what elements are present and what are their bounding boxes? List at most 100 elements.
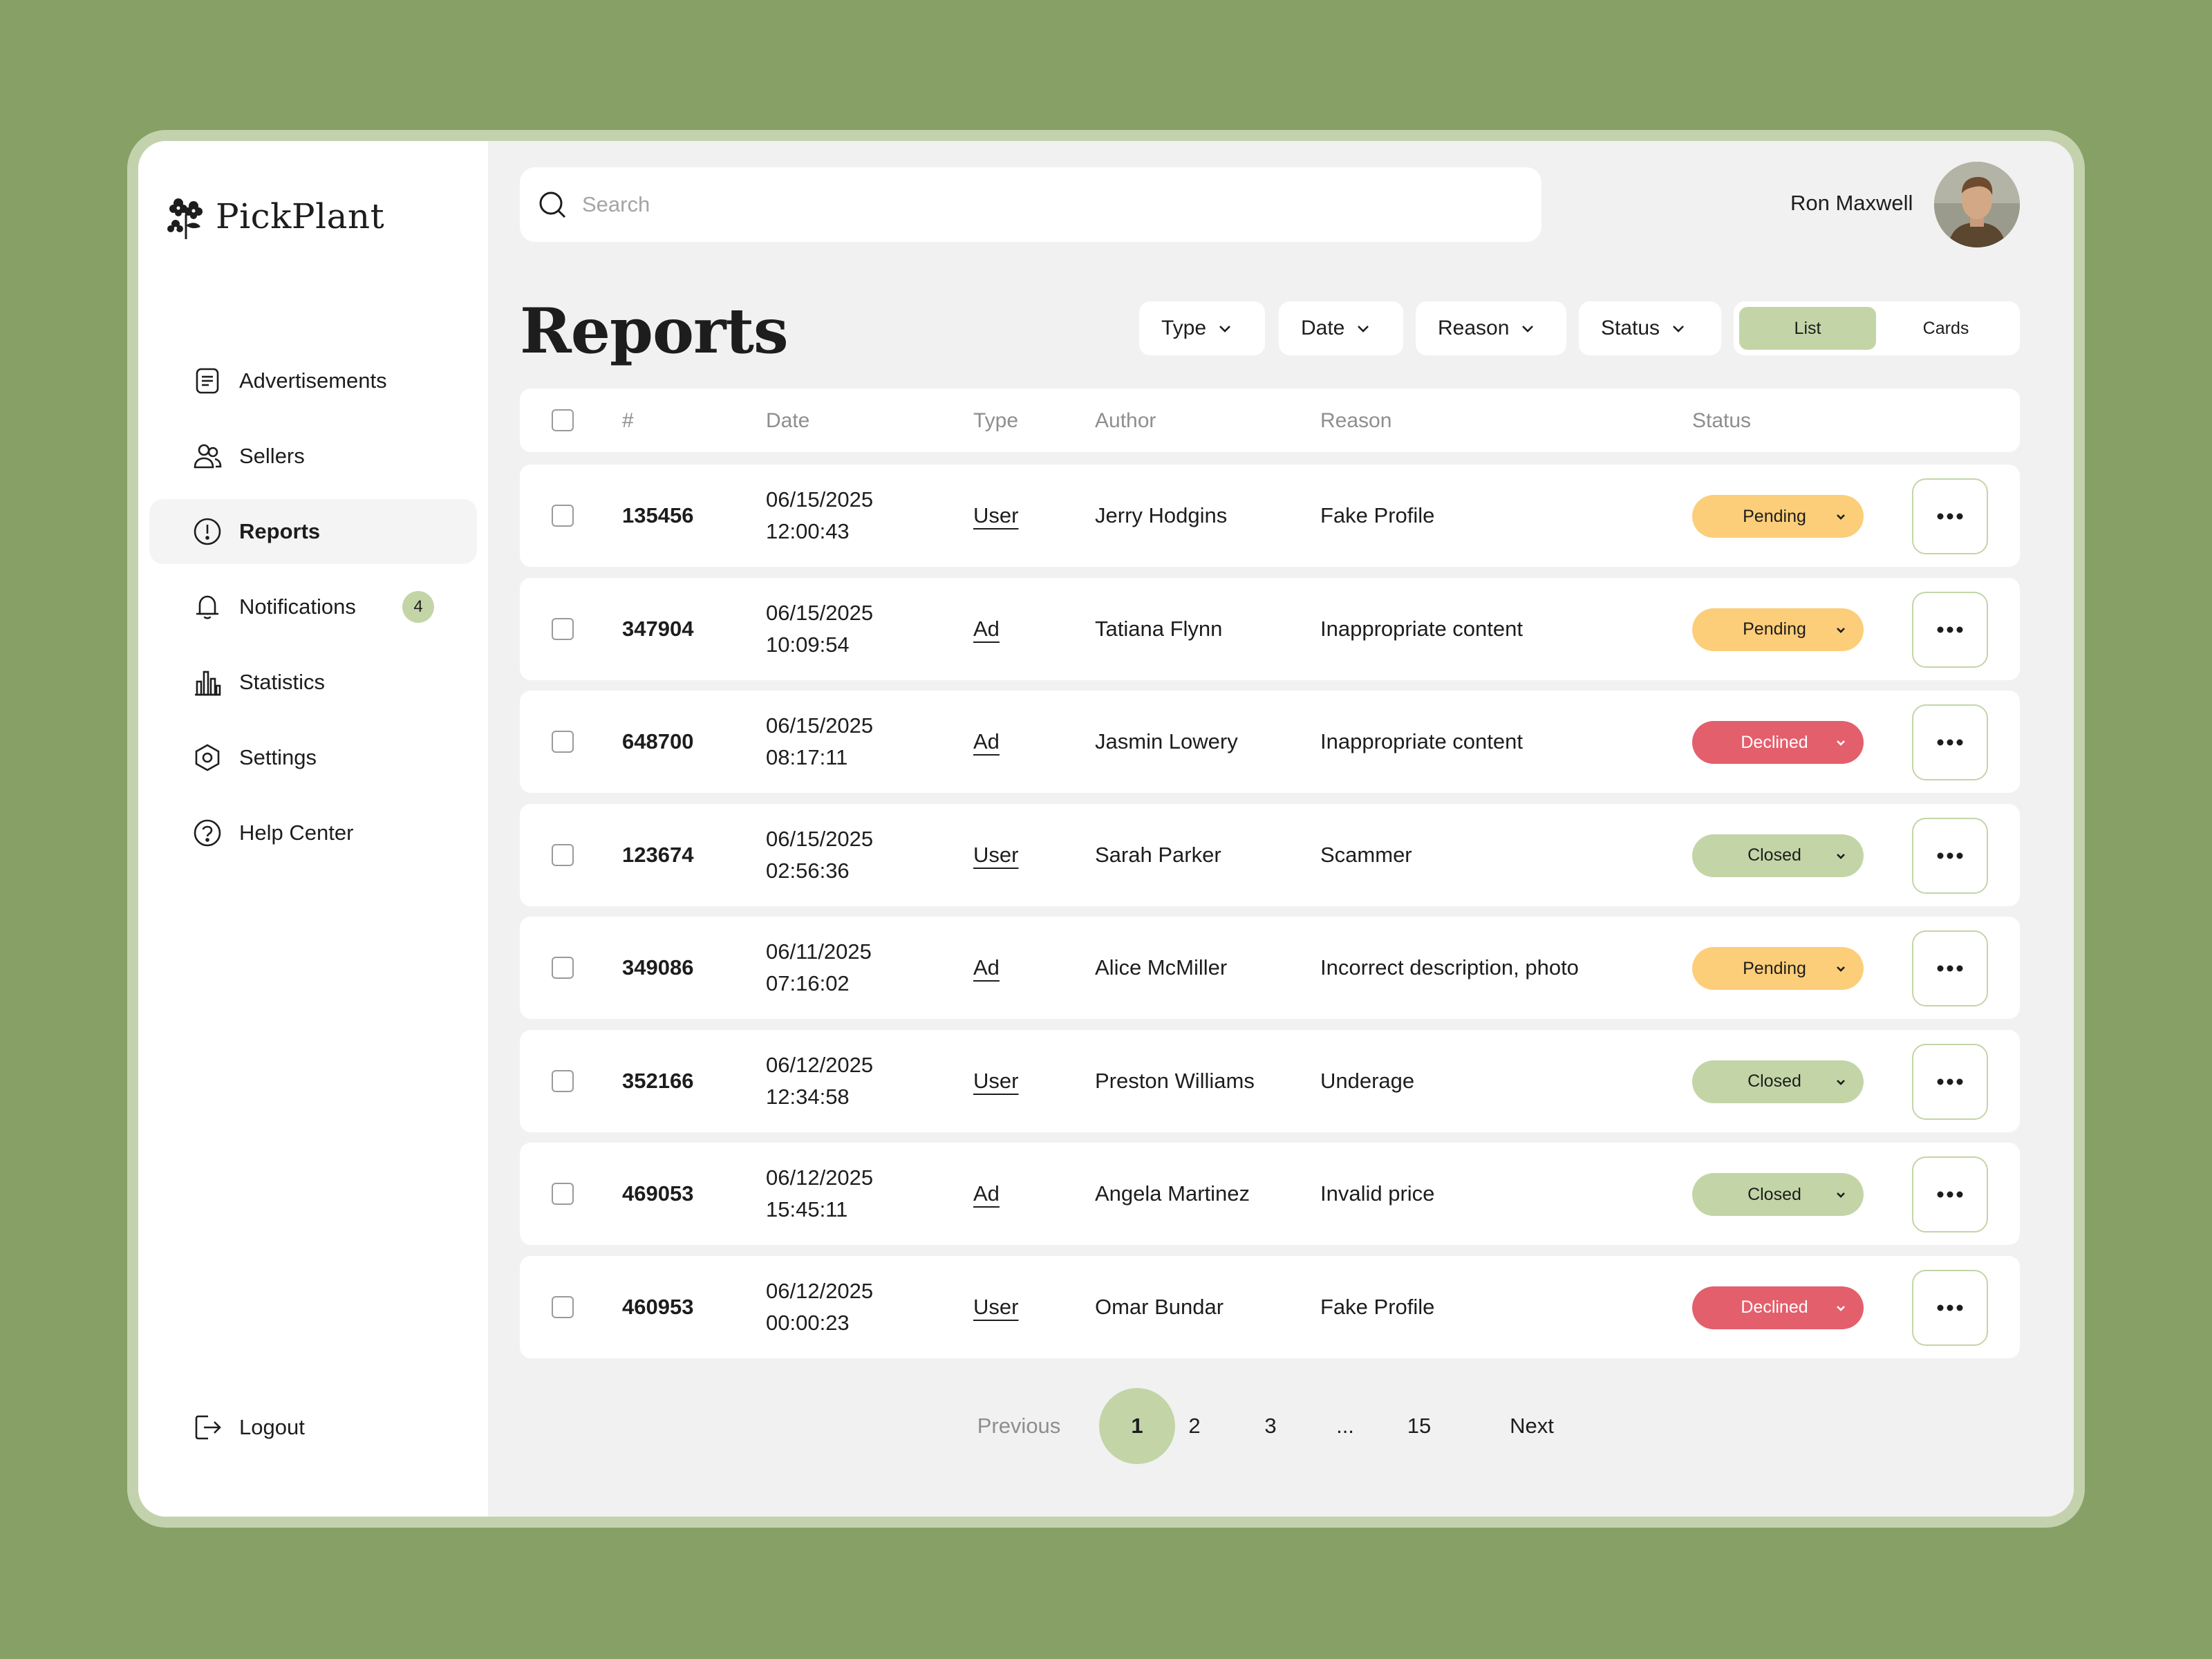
report-time: 12:34:58 <box>766 1084 850 1109</box>
logout-button[interactable]: Logout <box>149 1395 477 1460</box>
date-filter-dropdown[interactable]: Date <box>1279 301 1403 355</box>
table-row[interactable]: 469053 06/12/2025 15:45:11 Ad Angela Martine… <box>520 1143 2020 1245</box>
more-actions-button[interactable] <box>1912 1269 1988 1346</box>
sidebar-item-label: Advertisements <box>239 368 387 393</box>
sidebar-item-advertisements[interactable]: Advertisements <box>149 348 477 413</box>
page-button-2[interactable]: 2 <box>1174 1388 1215 1464</box>
more-actions-button[interactable] <box>1912 817 1988 894</box>
row-checkbox[interactable] <box>552 1295 574 1318</box>
sidebar-item-help-center[interactable]: Help Center <box>149 800 477 865</box>
report-type-link[interactable]: Ad <box>973 1181 1000 1206</box>
sidebar-item-statistics[interactable]: Statistics <box>149 650 477 715</box>
search-icon <box>539 191 566 218</box>
row-checkbox[interactable] <box>552 1183 574 1205</box>
row-checkbox[interactable] <box>552 505 574 527</box>
row-checkbox[interactable] <box>552 1069 574 1092</box>
more-horizontal-icon <box>1937 626 1963 632</box>
type-filter-dropdown[interactable]: Type <box>1139 301 1265 355</box>
column-header-author: Author <box>1095 409 1156 432</box>
table-row[interactable]: 349086 06/11/2025 07:16:02 Ad Alice McMiller… <box>520 917 2020 1019</box>
row-checkbox[interactable] <box>552 957 574 979</box>
user-name: Ron Maxwell <box>1790 191 1913 215</box>
sidebar-item-sellers[interactable]: Sellers <box>149 424 477 489</box>
app-name: PickPlant <box>216 196 385 236</box>
status-dropdown[interactable]: Pending <box>1692 495 1864 538</box>
row-checkbox[interactable] <box>552 731 574 753</box>
more-actions-button[interactable] <box>1912 930 1988 1006</box>
status-filter-dropdown[interactable]: Status <box>1579 301 1721 355</box>
logout-label: Logout <box>239 1415 305 1439</box>
chevron-down-icon <box>1837 1192 1845 1198</box>
row-checkbox[interactable] <box>552 617 574 640</box>
table-row[interactable]: 347904 06/15/2025 10:09:54 Ad Tatiana Flynn I… <box>520 577 2020 680</box>
table-row[interactable]: 648700 06/15/2025 08:17:11 Ad Jasmin Lowery I… <box>520 691 2020 793</box>
sidebar-item-notifications[interactable]: Notifications 4 <box>149 574 477 639</box>
reason-filter-dropdown[interactable]: Reason <box>1416 301 1566 355</box>
report-author: Jasmin Lowery <box>1095 729 1238 753</box>
avatar[interactable] <box>1934 162 2020 247</box>
more-horizontal-icon <box>1937 1078 1963 1085</box>
sidebar-item-label: Help Center <box>239 821 354 845</box>
more-actions-button[interactable] <box>1912 1043 1988 1120</box>
report-author: Sarah Parker <box>1095 842 1221 867</box>
status-dropdown[interactable]: Pending <box>1692 947 1864 990</box>
status-label: Pending <box>1743 619 1806 639</box>
more-actions-button[interactable] <box>1912 591 1988 668</box>
report-date: 06/12/2025 <box>766 1278 874 1303</box>
table-row[interactable]: 352166 06/12/2025 12:34:58 User Preston Will… <box>520 1029 2020 1132</box>
chevron-down-icon <box>1837 514 1845 520</box>
row-checkbox[interactable] <box>552 843 574 866</box>
page-button-15[interactable]: 15 <box>1395 1388 1443 1464</box>
alert-circle-icon <box>192 516 223 547</box>
report-reason: Fake Profile <box>1320 503 1435 527</box>
report-type-link[interactable]: User <box>973 1069 1018 1094</box>
report-author: Omar Bundar <box>1095 1294 1224 1319</box>
status-label: Pending <box>1743 506 1806 526</box>
sidebar-item-label: Statistics <box>239 670 326 694</box>
status-dropdown[interactable]: Pending <box>1692 608 1864 651</box>
status-dropdown[interactable]: Declined <box>1692 721 1864 764</box>
report-time: 02:56:36 <box>766 858 850 883</box>
report-reason: Underage <box>1320 1068 1415 1093</box>
status-dropdown[interactable]: Closed <box>1692 1060 1864 1103</box>
more-actions-button[interactable] <box>1912 1156 1988 1232</box>
status-label: Declined <box>1741 732 1808 752</box>
report-datetime: 06/11/2025 07:16:02 <box>766 936 872 1000</box>
report-datetime: 06/12/2025 12:34:58 <box>766 1049 873 1113</box>
gear-icon <box>192 742 223 773</box>
table-row[interactable]: 460953 06/12/2025 00:00:23 User Omar Bundar F… <box>520 1255 2020 1358</box>
search-bar[interactable] <box>520 167 1541 242</box>
page-button-3[interactable]: 3 <box>1250 1388 1291 1464</box>
table-header: # Date Type Author Reason Status <box>520 388 2020 452</box>
logo[interactable]: PickPlant <box>165 194 384 239</box>
report-type-link[interactable]: User <box>973 843 1018 868</box>
report-type-link[interactable]: Ad <box>973 729 1000 754</box>
search-input[interactable] <box>582 192 1481 217</box>
sidebar-item-reports[interactable]: Reports <box>149 499 477 564</box>
status-dropdown[interactable]: Declined <box>1692 1286 1864 1329</box>
report-type-link[interactable]: User <box>973 1295 1018 1320</box>
report-type-link[interactable]: Ad <box>973 955 1000 980</box>
list-view-button[interactable]: List <box>1739 307 1876 350</box>
next-page-button[interactable]: Next <box>1496 1388 1568 1464</box>
previous-page-button[interactable]: Previous <box>965 1388 1073 1464</box>
status-dropdown[interactable]: Closed <box>1692 834 1864 877</box>
sidebar-item-label: Sellers <box>239 444 305 468</box>
status-label: Declined <box>1741 1297 1808 1317</box>
page-button-1[interactable]: 1 <box>1099 1388 1175 1464</box>
more-actions-button[interactable] <box>1912 478 1988 554</box>
more-actions-button[interactable] <box>1912 704 1988 780</box>
report-id: 135456 <box>622 503 694 527</box>
page-title: Reports <box>520 294 789 368</box>
report-date: 06/15/2025 <box>766 600 874 625</box>
report-type-link[interactable]: Ad <box>973 617 1000 641</box>
sidebar-item-settings[interactable]: Settings <box>149 725 477 790</box>
status-dropdown[interactable]: Closed <box>1692 1173 1864 1216</box>
table-row[interactable]: 123674 06/15/2025 02:56:36 User Sarah Parker… <box>520 803 2020 906</box>
report-time: 07:16:02 <box>766 971 850 995</box>
report-time: 00:00:23 <box>766 1310 850 1335</box>
select-all-checkbox[interactable] <box>552 409 574 431</box>
cards-view-button[interactable]: Cards <box>1877 307 2014 350</box>
report-type-link[interactable]: User <box>973 503 1018 528</box>
table-row[interactable]: 135456 06/15/2025 12:00:43 User Jerry Hodgin… <box>520 465 2020 567</box>
